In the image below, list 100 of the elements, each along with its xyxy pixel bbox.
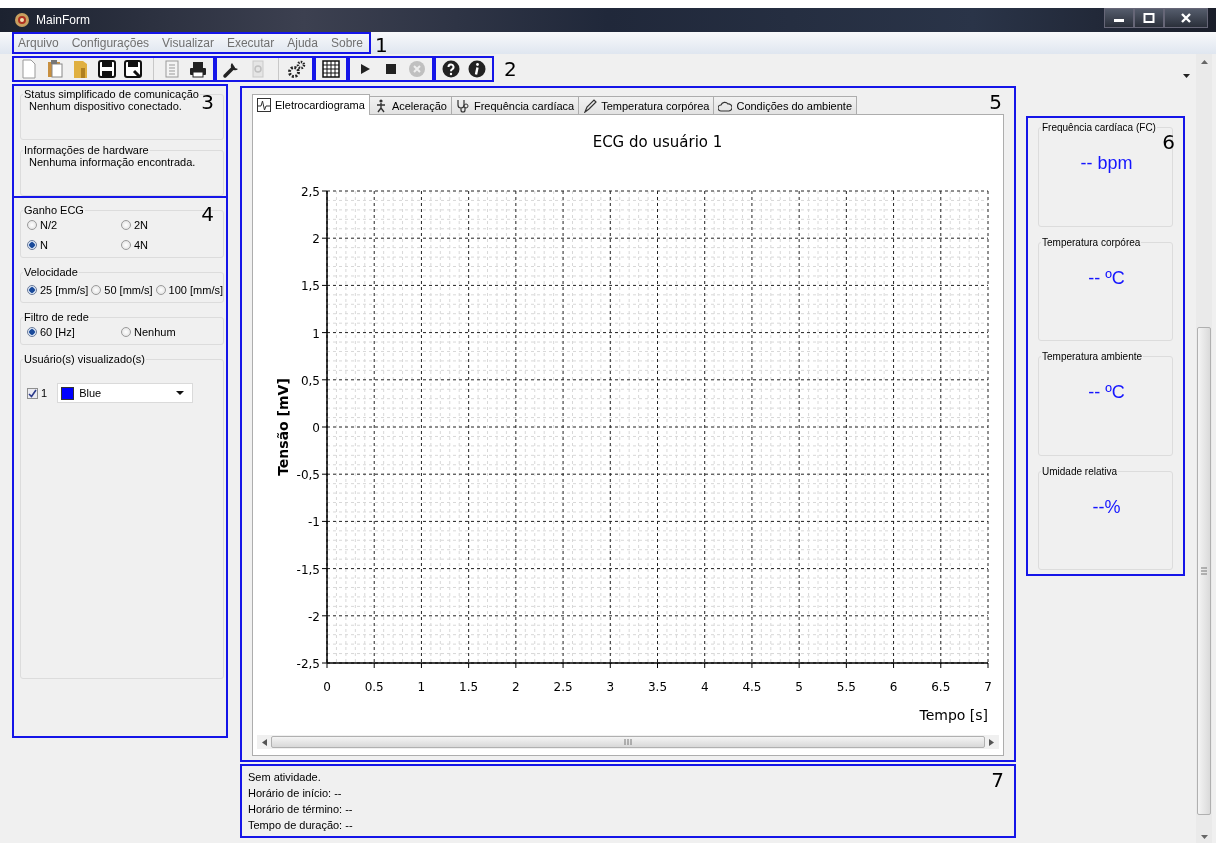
tick-label: 0	[312, 421, 320, 435]
close-button[interactable]	[1164, 8, 1208, 28]
down-arrow-icon[interactable]	[1200, 835, 1208, 839]
tick-label: -1	[308, 515, 320, 530]
color-dropdown[interactable]: Blue	[57, 383, 194, 403]
tick-label: 4.5	[742, 680, 762, 694]
toolbar-button[interactable]	[121, 58, 145, 80]
dropdown-value: Blue	[79, 387, 103, 399]
group-title: Informações de hardware	[23, 144, 150, 156]
grip-icon	[1201, 567, 1207, 575]
tick-label: 0,5	[300, 373, 320, 388]
annotation-number: 4	[201, 204, 214, 224]
axis-title: Tensão [mV]	[275, 378, 291, 476]
close-icon	[1180, 13, 1192, 23]
maximize-button[interactable]	[1134, 8, 1164, 28]
annotation-number: 3	[201, 92, 214, 112]
tick-label: 6.5	[931, 680, 951, 694]
annotation-number: 2	[504, 59, 517, 79]
gears-icon	[287, 59, 307, 79]
tab[interactable]: Frequência cardíaca	[450, 96, 580, 114]
tick-label: 5.5	[836, 680, 856, 694]
group-title: Filtro de rede	[23, 311, 90, 323]
tick-label: 1,5	[300, 279, 320, 294]
menu-item[interactable]: Arquivo	[18, 36, 59, 50]
menu-item[interactable]: Configurações	[71, 36, 150, 50]
feather-icon	[583, 98, 598, 113]
tick-label: 0	[323, 680, 331, 694]
left-arrow-icon[interactable]	[261, 738, 267, 746]
tick-label: 1.5	[459, 680, 479, 694]
tick-label: 2	[512, 680, 520, 694]
tick-label: 2,5	[300, 185, 320, 199]
group-title: Ganho ECG	[23, 204, 85, 216]
tick-label: -1,5	[296, 562, 320, 577]
cancel-icon	[407, 59, 427, 79]
toolbar-button[interactable]	[95, 58, 119, 80]
help-icon	[441, 59, 461, 79]
list-icon	[162, 59, 182, 79]
stethoscope-icon	[455, 98, 470, 113]
tick-label: 1	[312, 326, 320, 341]
status-text: Horário de término: --	[248, 802, 353, 816]
group-title: Frequência cardíaca (FC)	[1041, 122, 1157, 133]
toolbar-button[interactable]	[319, 58, 343, 80]
reading-value: -- ºC	[1087, 381, 1126, 403]
group-title: Umidade relativa	[1041, 465, 1119, 477]
radio-button[interactable]: N/2	[27, 219, 121, 231]
status-text: Tempo de duração: --	[248, 818, 353, 832]
tick-label: 7	[984, 680, 992, 694]
right-arrow-icon[interactable]	[989, 738, 995, 746]
tick-label: 2	[312, 232, 320, 247]
tick-label: -0,5	[296, 468, 320, 483]
radio-button[interactable]: 50 [mm/s]	[91, 284, 153, 296]
status-text: Horário de início: --	[248, 786, 342, 800]
window-title: MainForm	[36, 13, 90, 27]
dropdown-arrow-icon	[176, 391, 185, 395]
chart-title: ECG do usuário 1	[592, 133, 723, 151]
tab[interactable]: Aceleração	[368, 96, 452, 114]
group-title: Usuário(s) visualizado(s)	[23, 353, 147, 365]
annotation-number: 7	[991, 770, 1004, 790]
annotation-number: 6	[1162, 132, 1175, 152]
tick-label: 3.5	[647, 680, 668, 694]
radio-button[interactable]: 4N	[121, 239, 219, 251]
radio-button[interactable]: 100 [mm/s]	[155, 284, 223, 296]
new-document-icon	[19, 59, 39, 79]
menu-item[interactable]: Visualizar	[162, 36, 214, 50]
tick-label: 0.5	[364, 680, 384, 694]
app-icon	[14, 12, 30, 28]
reading-value: -- bpm	[1079, 152, 1134, 174]
radio-button[interactable]: Nenhum	[121, 326, 219, 338]
horizontal-scrollbar[interactable]	[257, 735, 999, 749]
save-icon	[97, 59, 117, 79]
grip-icon	[624, 739, 632, 745]
annotation-number: 1	[375, 35, 388, 55]
tab[interactable]: Condições do ambiente	[713, 96, 857, 114]
save-as-icon	[123, 59, 143, 79]
tab[interactable]: Temperatura corpórea	[578, 96, 715, 114]
radio-button[interactable]: N	[27, 239, 121, 251]
group-title: Temperatura corpórea	[1041, 236, 1142, 248]
tick-label: 2.5	[553, 680, 573, 694]
group-title: Status simplificado de comunicação	[23, 88, 200, 100]
tick-label: -2	[308, 609, 320, 624]
tick-label: -2,5	[296, 657, 320, 671]
status-text: Nenhuma informação encontrada.	[28, 156, 196, 168]
tab[interactable]: Eletrocardiograma	[252, 94, 370, 115]
radio-button[interactable]: 60 [Hz]	[27, 326, 121, 338]
up-arrow-icon[interactable]	[1200, 60, 1208, 64]
status-text: Nenhum dispositivo conectado.	[28, 100, 182, 112]
radio-button[interactable]: 25 [mm/s]	[27, 284, 89, 296]
vertical-scrollbar[interactable]	[1196, 54, 1212, 843]
reading-value: --%	[1091, 495, 1122, 518]
dropdown-arrow-icon[interactable]	[1183, 74, 1190, 78]
menu-item[interactable]: Ajuda	[287, 36, 318, 50]
tick-label: 3	[606, 680, 615, 694]
clipboard-icon	[45, 59, 65, 79]
axis-title: Tempo [s]	[919, 707, 988, 723]
menu-item[interactable]: Sobre	[330, 36, 363, 50]
minimize-button[interactable]	[1104, 8, 1134, 28]
status-text: Sem atividade.	[248, 770, 321, 784]
menu-item[interactable]: Executar	[226, 36, 275, 50]
tick-label: 5	[795, 680, 803, 694]
tick-label: 1	[417, 680, 426, 694]
